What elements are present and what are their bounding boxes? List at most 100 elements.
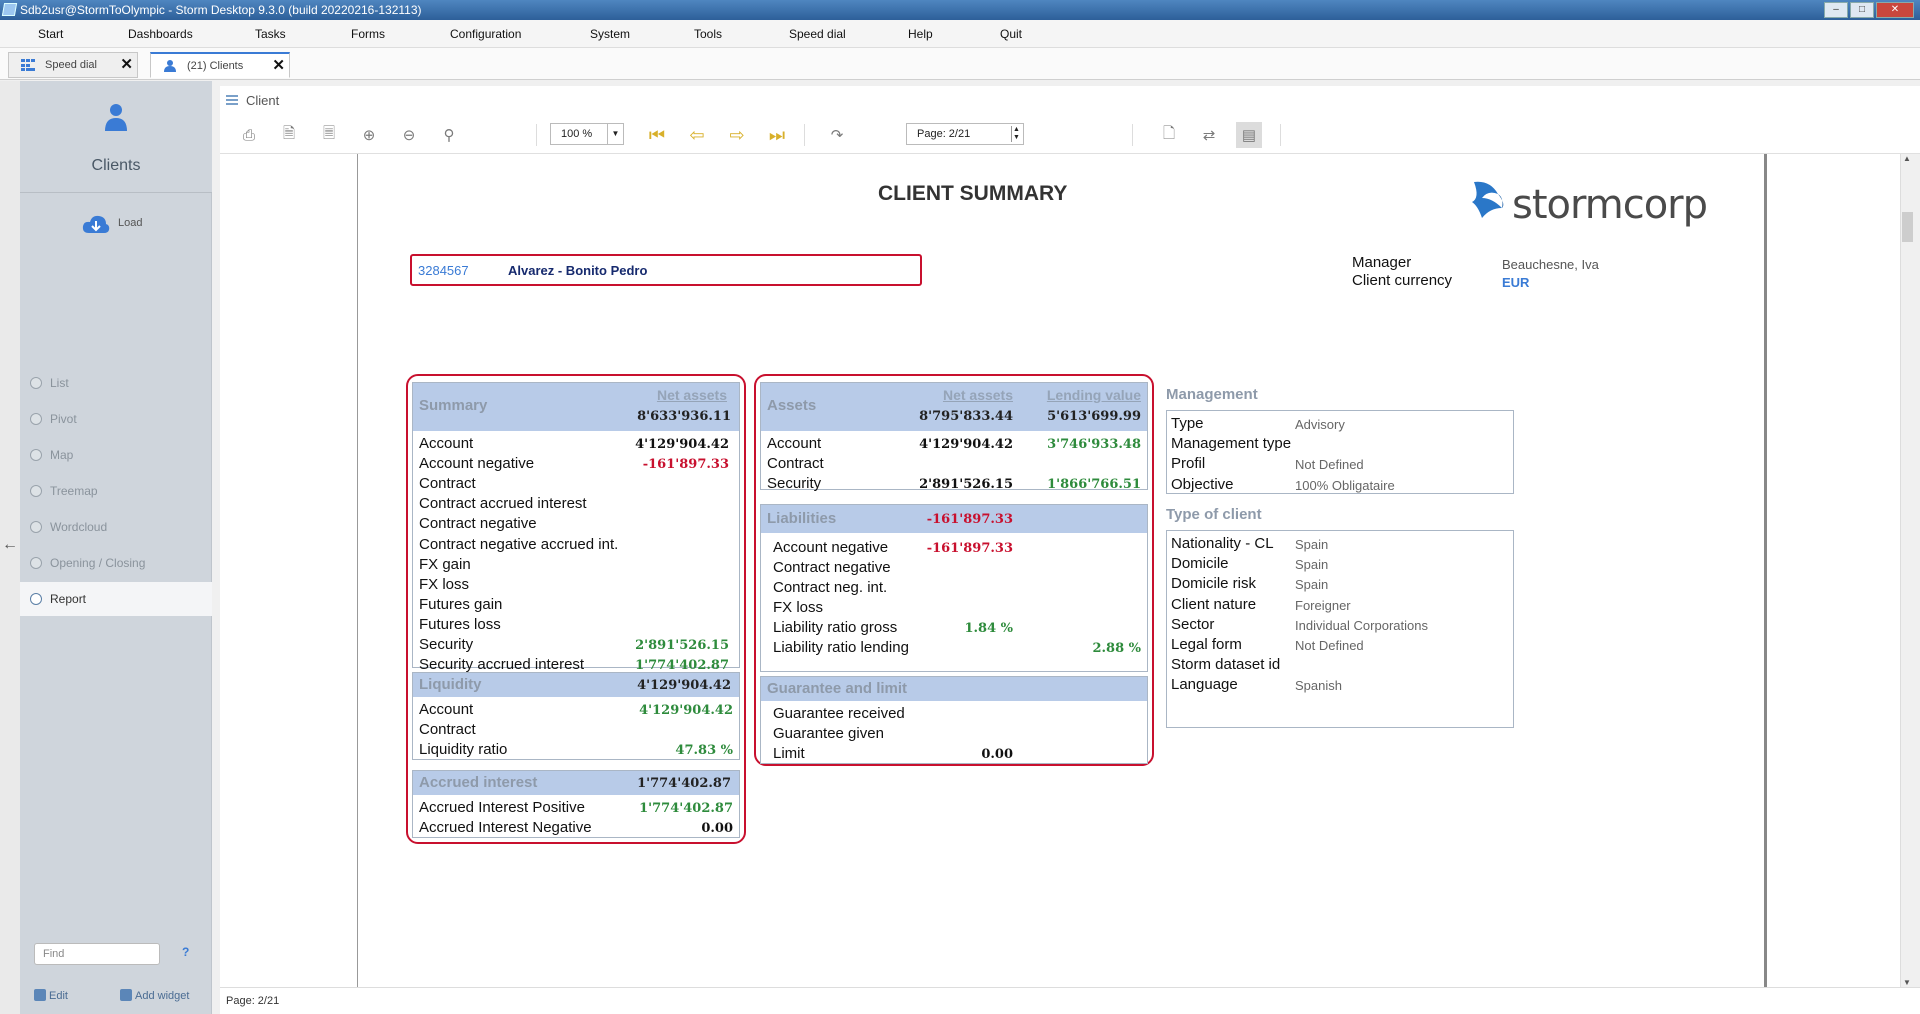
liquidity-title: Liquidity [419,676,482,693]
load-button[interactable]: Load [82,215,143,233]
help-icon[interactable]: ? [182,945,189,959]
accrued-header: Accrued interest 1'774'402.87 [413,771,739,795]
hamburger-icon[interactable] [226,95,238,105]
liabilities-section: Liabilities -161'897.33 Account negative… [760,504,1148,672]
currency-value: EUR [1502,275,1530,290]
side-key: Nationality - CL [1171,535,1274,552]
row-label: Account [419,701,474,718]
menu-tasks[interactable]: Tasks [255,27,286,41]
logo-mark-icon [1472,181,1504,218]
client-id-box: 3284567 Alvarez - Bonito Pedro [410,254,922,286]
maximize-button[interactable]: □ [1850,2,1874,18]
zoom-in-icon[interactable]: ⊕ [356,122,382,148]
go-to-page-icon[interactable]: ↷ [824,122,850,148]
add-widget-button[interactable]: Add widget [120,989,189,1002]
sidebar-item-map[interactable]: Map [20,438,212,472]
tab-label: Speed dial [45,59,97,71]
client-id[interactable]: 3284567 [418,263,469,278]
scrollbar-thumb[interactable] [1902,212,1913,242]
sidebar-item-pivot[interactable]: Pivot [20,402,212,436]
tab-speed-dial[interactable]: Speed dial ✕ [8,52,138,78]
chevron-down-icon[interactable]: ▼ [607,124,623,144]
menu-tools[interactable]: Tools [694,27,722,41]
scroll-down-icon[interactable]: ▼ [1903,978,1911,987]
currency-label: Client currency [1352,272,1453,289]
facing-pages-icon[interactable]: ⇄ [1196,122,1222,148]
row-value: 1.84 % [964,621,1013,636]
page-input[interactable]: Page: 2/21 ▲ ▼ [906,123,1024,145]
assets-total1: 8'795'833.44 [919,409,1013,424]
zoom-fit-icon[interactable]: ⚲ [436,122,462,148]
vertical-scrollbar[interactable]: ▲ ▼ [1900,154,1914,987]
load-label: Load [118,217,143,229]
menu-start[interactable]: Start [38,27,63,41]
menu-system[interactable]: System [590,27,630,41]
tab-clients[interactable]: (21) Clients ✕ [150,52,290,78]
manager-block: Manager Beauchesne, Iva Client currency … [1352,254,1599,290]
page-spinner-icon[interactable]: ▲ ▼ [1011,126,1021,142]
continuous-view-icon[interactable]: ▤ [1236,122,1262,148]
sidebar-item-opening-closing[interactable]: Opening / Closing [20,546,212,580]
person-icon [105,104,127,131]
edit-label: Edit [49,990,68,1002]
export-icon[interactable]: 🗏 [316,122,342,148]
management-title: Management [1166,386,1258,403]
menu-help[interactable]: Help [908,27,933,41]
row-value: 3'746'933.48 [1047,437,1141,452]
last-page-icon[interactable]: ⏭ [764,122,790,148]
close-tab-icon[interactable]: ✕ [272,54,285,78]
accrued-total: 1'774'402.87 [637,776,731,791]
row-label: Security [419,636,474,653]
toolbar-separator [1280,124,1281,146]
sidebar-item-label: Map [50,448,74,462]
menu-speed-dial[interactable]: Speed dial [789,27,846,41]
row-value: 0.00 [981,747,1013,762]
management-box: Type Advisory Management type Profil Not Def… [1166,410,1514,494]
radio-icon [30,377,42,389]
zoom-select[interactable]: 100 % ▼ [550,123,624,145]
collapse-strip[interactable]: ← [0,81,20,1014]
menu-configuration[interactable]: Configuration [450,27,521,41]
logo-text: stormcorp [1512,182,1708,228]
summary-total: 8'633'936.11 [637,409,731,424]
sidebar-item-treemap[interactable]: Treemap [20,474,212,508]
menu-quit[interactable]: Quit [1000,27,1022,41]
sidebar-item-report[interactable]: Report [20,582,212,616]
edit-button[interactable]: Edit [34,989,68,1002]
breadcrumb: Client [220,86,1920,116]
close-tab-icon[interactable]: ✕ [120,53,133,77]
toolbar-separator [1132,124,1133,146]
accrued-title: Accrued interest [419,774,538,791]
sidebar-item-label: Report [50,592,87,606]
sidebar-item-list[interactable]: List [20,366,212,400]
report-page: CLIENT SUMMARY stormcorp 3284567 Alvarez… [357,154,1767,987]
guarantee-section: Guarantee and limit Guarantee received Gu… [760,676,1148,764]
find-input[interactable]: Find [34,943,160,965]
arrow-left-icon[interactable]: ← [2,536,18,554]
summary-title: Summary [419,397,488,414]
zoom-out-icon[interactable]: ⊖ [396,122,422,148]
liquidity-total: 4'129'904.42 [637,678,731,693]
first-page-icon[interactable]: ⏮ [644,122,670,148]
export-pdf-icon[interactable]: 🗎 [276,122,302,148]
side-value: Spain [1295,537,1329,552]
scroll-up-icon[interactable]: ▲ [1903,154,1911,163]
previous-page-icon[interactable]: ⇦ [684,122,710,148]
sidebar-item-wordcloud[interactable]: Wordcloud [20,510,212,544]
row-label: Account [767,435,822,452]
menu-forms[interactable]: Forms [351,27,385,41]
row-value: -161'897.33 [642,457,729,473]
menu-dashboards[interactable]: Dashboards [128,27,193,41]
side-value: 100% Obligataire [1295,477,1395,493]
minimize-button[interactable]: – [1824,2,1848,18]
sidebar-item-label: Opening / Closing [50,556,146,570]
app-window: { "window": {"title": "Sdb2usr@StormToOl… [0,0,1920,1014]
next-page-icon[interactable]: ⇨ [724,122,750,148]
close-window-button[interactable]: ✕ [1876,2,1914,18]
guarantee-header: Guarantee and limit [761,677,1147,701]
print-icon[interactable]: ⎙ [236,122,262,148]
title-bar: Sdb2usr@StormToOlympic - Storm Desktop 9… [0,0,1920,20]
side-value: Foreigner [1295,597,1351,613]
single-page-icon[interactable]: 🗋 [1156,122,1182,148]
assets-col1-label: Net assets [942,387,1013,403]
